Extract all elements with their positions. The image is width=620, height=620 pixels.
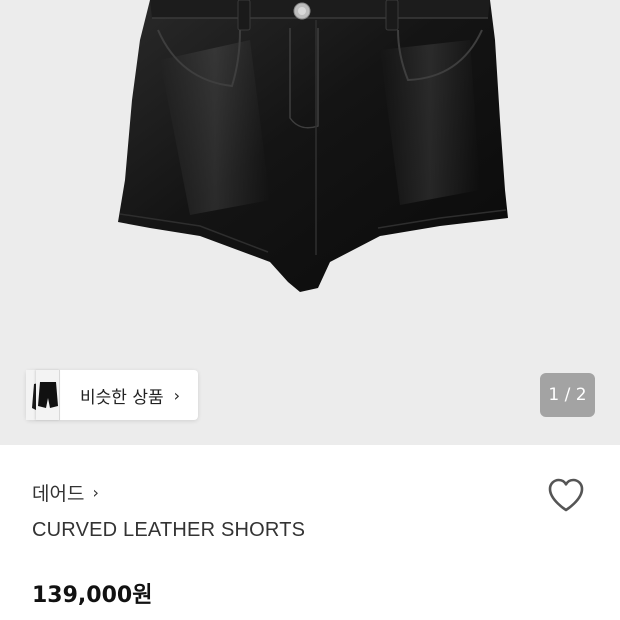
similar-items-thumbnails: [26, 370, 60, 420]
product-image-gallery[interactable]: 비슷한 상품 › 1 / 2: [0, 0, 620, 445]
image-page-indicator: 1 / 2: [540, 373, 595, 417]
heart-outline-icon[interactable]: [546, 476, 586, 514]
similar-item-thumbnail: [36, 370, 60, 420]
brand-link[interactable]: 데어드 ›: [32, 479, 99, 506]
product-info-section: 데어드 › CURVED LEATHER SHORTS 139,000원: [0, 445, 620, 620]
similar-items-label: 비슷한 상품: [80, 387, 164, 408]
brand-name: 데어드: [32, 483, 85, 505]
chevron-right-icon: ›: [92, 483, 99, 502]
product-title: CURVED LEATHER SHORTS: [32, 519, 306, 541]
product-price: 139,000원: [32, 583, 153, 608]
similar-items-button[interactable]: 비슷한 상품 ›: [26, 370, 199, 420]
chevron-right-icon: ›: [173, 385, 181, 405]
